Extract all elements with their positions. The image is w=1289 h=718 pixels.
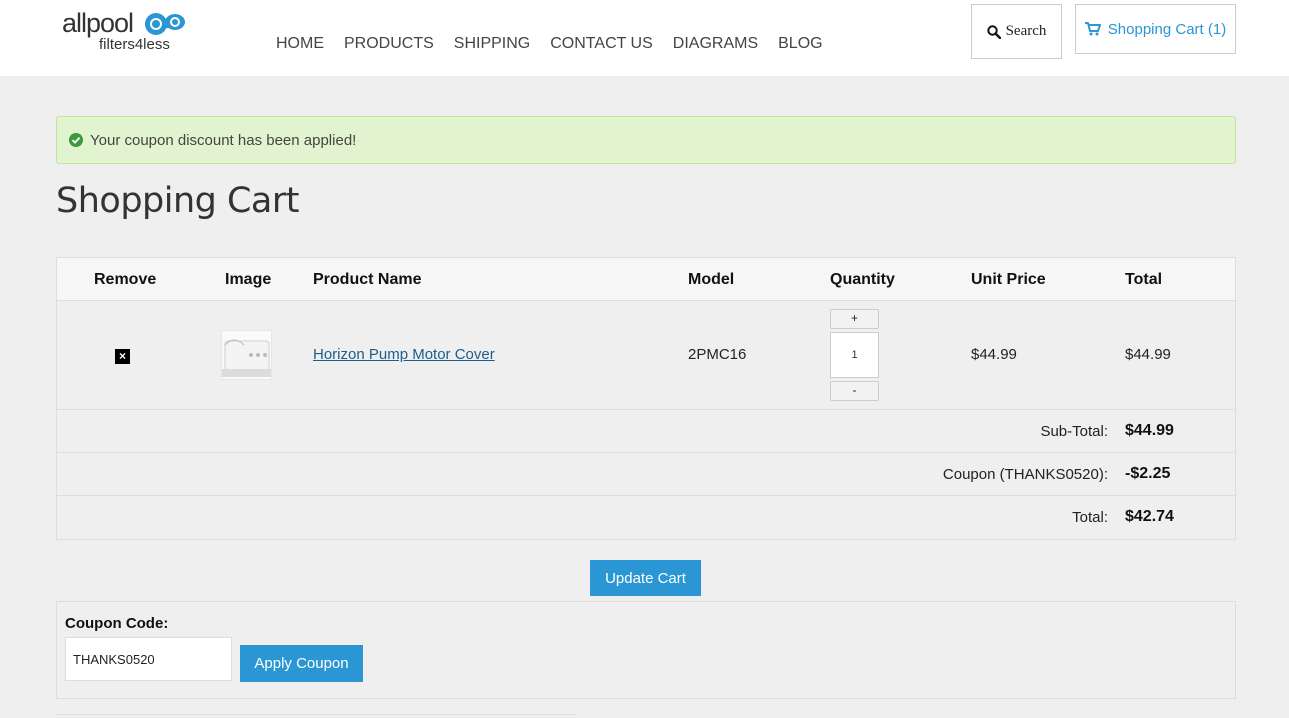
header-total: Total	[1125, 271, 1163, 288]
product-image	[222, 339, 271, 377]
nav-products[interactable]: PRODUCTS	[344, 35, 434, 53]
header-model: Model	[688, 271, 735, 288]
nav-contact-us[interactable]: CONTACT US	[550, 35, 653, 53]
remove-item-button[interactable]: ×	[115, 349, 130, 364]
table-row: × Horizon Pump Motor Cover 2PMC16 + - $4…	[57, 301, 1235, 410]
header-product-name: Product Name	[313, 271, 422, 288]
search-label: Search	[1005, 23, 1047, 39]
grand-total-row: Total: $42.74	[57, 496, 1235, 539]
product-name-link[interactable]: Horizon Pump Motor Cover	[313, 346, 495, 363]
header-unit-price: Unit Price	[971, 271, 1046, 288]
coupon-applied-alert: Your coupon discount has been applied!	[56, 116, 1236, 164]
table-header: Remove Image Product Name Model Quantity…	[57, 258, 1235, 301]
coupon-discount-label: Coupon (THANKS0520):	[942, 466, 1108, 483]
main-nav: HOME PRODUCTS SHIPPING CONTACT US DIAGRA…	[276, 35, 843, 53]
header-quantity: Quantity	[830, 271, 895, 288]
subtotal-value: $44.99	[1125, 422, 1174, 439]
cart-label: Shopping Cart (1)	[1107, 20, 1227, 38]
page-title: Shopping Cart	[56, 181, 300, 221]
header-image: Image	[225, 271, 272, 288]
nav-blog[interactable]: BLOG	[778, 35, 822, 53]
logo-text-allpool: allpool	[62, 8, 134, 38]
row-total: $44.99	[1125, 346, 1171, 363]
logo-text-filters: filters4less	[99, 36, 170, 53]
header-remove: Remove	[94, 271, 157, 288]
site-header: allpool filters4less HOME PRODUCTS SHIPP…	[0, 0, 1289, 76]
apply-coupon-button[interactable]: Apply Coupon	[240, 645, 363, 682]
check-circle-icon	[69, 133, 83, 147]
quantity-decrease-button[interactable]: -	[830, 381, 879, 401]
nav-shipping[interactable]: SHIPPING	[454, 35, 530, 53]
quantity-increase-button[interactable]: +	[830, 309, 879, 329]
cart-table: Remove Image Product Name Model Quantity…	[56, 257, 1236, 540]
nav-diagrams[interactable]: DIAGRAMS	[673, 35, 758, 53]
subtotal-row: Sub-Total: $44.99	[57, 410, 1235, 453]
subtotal-label: Sub-Total:	[1040, 423, 1108, 440]
update-cart-button[interactable]: Update Cart	[590, 560, 701, 596]
logo-blob-icon	[145, 13, 185, 35]
alert-message: Your coupon discount has been applied!	[90, 131, 357, 149]
grand-total-value: $42.74	[1125, 508, 1174, 525]
nav-home[interactable]: HOME	[276, 35, 324, 53]
search-icon	[986, 24, 1001, 39]
product-model: 2PMC16	[688, 346, 747, 363]
coupon-section: Coupon Code: Apply Coupon	[56, 601, 1236, 699]
cart-icon	[1084, 22, 1101, 36]
site-logo[interactable]: allpool filters4less	[62, 8, 187, 56]
unit-price: $44.99	[971, 346, 1017, 363]
coupon-discount-row: Coupon (THANKS0520): -$2.25	[57, 453, 1235, 496]
quantity-input[interactable]	[830, 332, 879, 378]
coupon-discount-value: -$2.25	[1125, 465, 1171, 482]
shopping-cart-button[interactable]: Shopping Cart (1)	[1075, 4, 1236, 54]
coupon-code-label: Coupon Code:	[65, 615, 169, 632]
section-divider	[56, 714, 576, 718]
search-button[interactable]: Search	[971, 4, 1062, 59]
grand-total-label: Total:	[1072, 509, 1108, 526]
product-thumbnail[interactable]	[221, 330, 272, 380]
coupon-code-input[interactable]	[65, 637, 232, 681]
